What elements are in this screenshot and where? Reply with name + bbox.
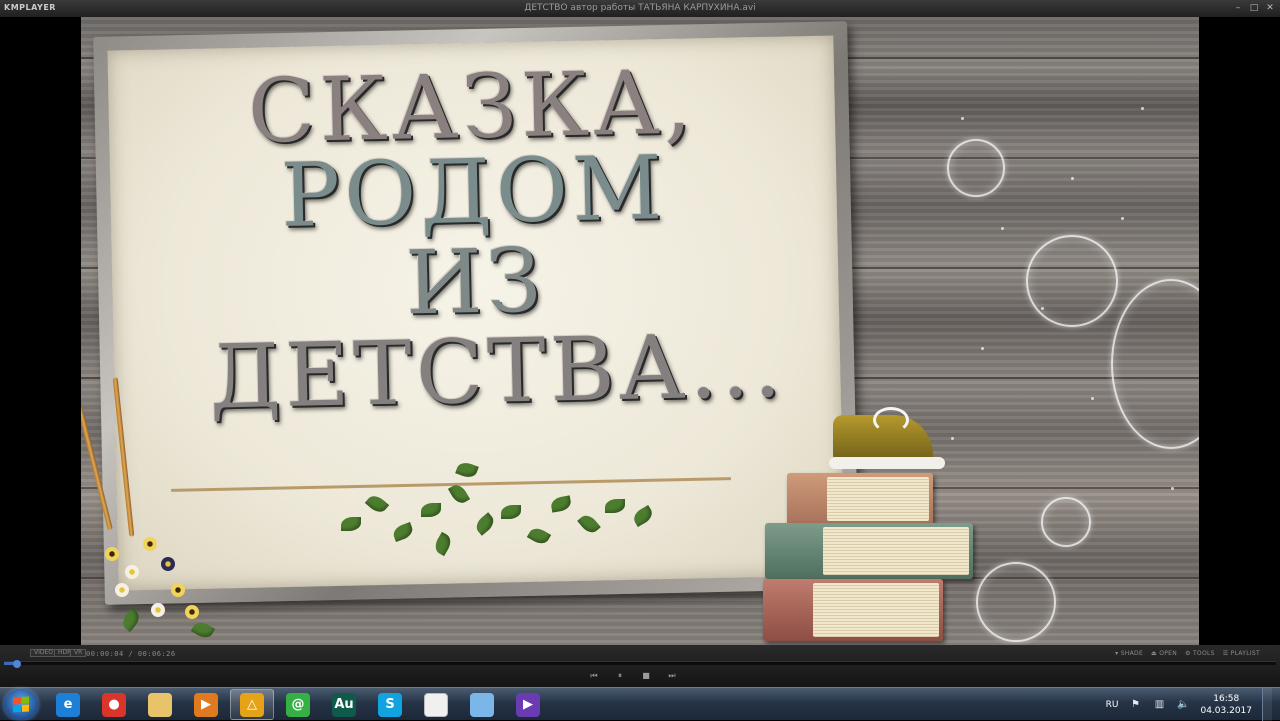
window-title: ДЕТСТВО автор работы ТАТЬЯНА КАРПУХИНА.a… (524, 3, 756, 13)
taskbar-media-player[interactable]: ▶ (184, 689, 228, 720)
visual-studio-icon: ▶ (516, 692, 540, 717)
document-icon (424, 692, 448, 717)
chrome-icon: ● (102, 692, 126, 717)
taskbar-internet-explorer[interactable]: e (46, 689, 90, 720)
minimize-icon[interactable]: – (1232, 2, 1244, 14)
taskbar-audition[interactable]: Au (322, 689, 366, 720)
taskbar-mail-agent[interactable]: @ (276, 689, 320, 720)
taskbar-app-window[interactable] (460, 689, 504, 720)
taskbar-document[interactable] (414, 689, 458, 720)
taskbar: e ● ▶ △ @ Au S ▶ RU ⚑ ▥ 🔈 16:58 04.03.2017 (0, 687, 1280, 721)
shoe (829, 403, 945, 473)
headline-line-2: РОДОМ (279, 136, 668, 248)
video-badge[interactable]: VIDEO (30, 649, 58, 657)
sign-board: СКАЗКА, РОДОМ ИЗ ДЕТСТВА... (93, 21, 859, 605)
flag-icon[interactable]: ⚑ (1128, 698, 1142, 712)
headline-line-4: ДЕТСТВА... (208, 313, 787, 429)
playlist-button[interactable]: ☰ PLAYLIST (1223, 650, 1260, 657)
video-area[interactable]: СКАЗКА, РОДОМ ИЗ ДЕТСТВА... (0, 17, 1280, 645)
windows-logo-icon (13, 696, 29, 713)
title-bar: KMPLAYER ДЕТСТВО автор работы ТАТЬЯНА КА… (0, 0, 1280, 17)
taskbar-apps: e ● ▶ △ @ Au S ▶ (46, 689, 550, 720)
seek-bar[interactable] (4, 660, 1276, 668)
tools-button[interactable]: ⚙ TOOLS (1185, 650, 1215, 657)
clock-time: 16:58 (1213, 693, 1240, 704)
time-separator: / (128, 650, 134, 658)
sign-board-surface: СКАЗКА, РОДОМ ИЗ ДЕТСТВА... (107, 35, 845, 591)
time-display: 00:00:04 / 00:06:26 (86, 650, 176, 658)
kmplayer-icon: △ (240, 692, 264, 717)
time-current: 00:00:04 (86, 650, 124, 658)
bubble (1041, 497, 1091, 547)
tools-label: TOOLS (1192, 650, 1215, 657)
file-explorer-icon (148, 692, 172, 717)
bubble (1111, 279, 1199, 449)
app-window-icon (470, 692, 494, 717)
audition-icon: Au (332, 692, 356, 717)
window-controls: – □ ✕ (1232, 2, 1276, 14)
vr-badge[interactable]: VR (70, 649, 87, 657)
open-button[interactable]: ⏏ OPEN (1151, 650, 1177, 657)
next-icon[interactable]: ⏭ (664, 669, 680, 683)
previous-icon[interactable]: ⏮ (586, 669, 602, 683)
clock-date: 04.03.2017 (1200, 705, 1252, 716)
pause-icon[interactable]: ⏸ (612, 669, 628, 683)
start-button[interactable] (4, 689, 38, 720)
open-label: OPEN (1159, 650, 1178, 657)
seek-knob[interactable] (13, 660, 22, 668)
bubble (947, 139, 1005, 197)
shade-label: SHADE (1120, 650, 1144, 657)
show-desktop-button[interactable] (1262, 688, 1272, 721)
internet-explorer-icon: e (56, 692, 80, 717)
taskbar-kmplayer[interactable]: △ (230, 689, 274, 720)
video-frame: СКАЗКА, РОДОМ ИЗ ДЕТСТВА... (81, 17, 1199, 645)
language-indicator[interactable]: RU (1106, 700, 1119, 710)
shade-button[interactable]: ▾ SHADE (1115, 650, 1143, 657)
system-tray: RU ⚑ ▥ 🔈 16:58 04.03.2017 (1106, 688, 1272, 721)
bubble (976, 562, 1056, 642)
maximize-icon[interactable]: □ (1248, 2, 1260, 14)
time-total: 00:06:26 (137, 650, 176, 658)
close-icon[interactable]: ✕ (1264, 2, 1276, 14)
taskbar-file-explorer[interactable] (138, 689, 182, 720)
mail-agent-icon: @ (286, 692, 310, 717)
clock[interactable]: 16:58 04.03.2017 (1200, 693, 1252, 717)
player-controls: VIDEO HDR VR 00:00:04 / 00:06:26 ▾ SHADE… (0, 645, 1280, 687)
media-player-icon: ▶ (194, 692, 218, 717)
bubble (1026, 235, 1118, 327)
taskbar-skype[interactable]: S (368, 689, 412, 720)
volume-icon[interactable]: 🔈 (1176, 698, 1190, 712)
playlist-label: PLAYLIST (1230, 650, 1260, 657)
taskbar-visual-studio[interactable]: ▶ (506, 689, 550, 720)
skype-icon: S (378, 692, 402, 717)
taskbar-chrome[interactable]: ● (92, 689, 136, 720)
network-icon[interactable]: ▥ (1152, 698, 1166, 712)
stop-icon[interactable]: ■ (638, 669, 654, 683)
